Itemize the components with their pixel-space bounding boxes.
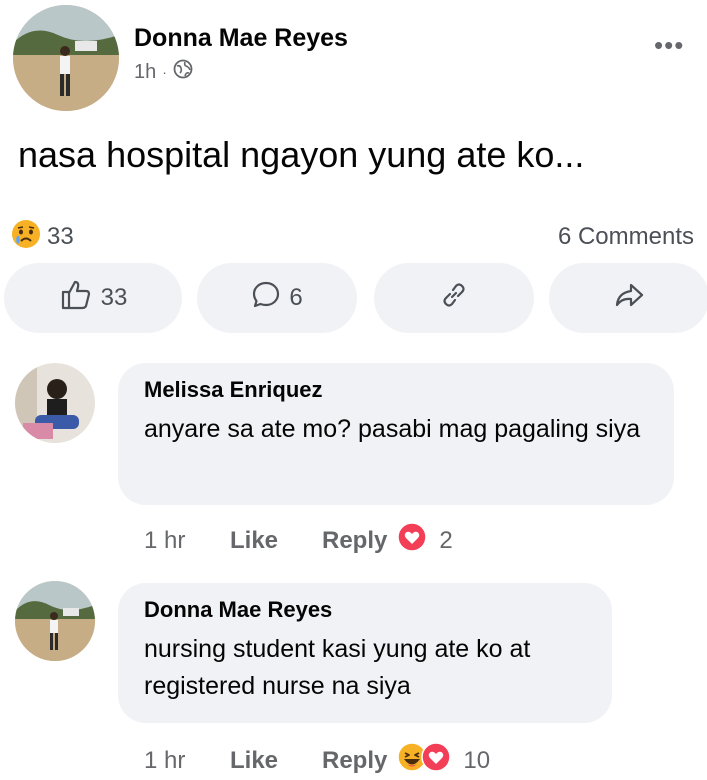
reactions-left[interactable]: 33 [11,219,74,256]
comment-bubble: Donna Mae Reyes nursing student kasi yun… [118,583,612,723]
meta-separator: · [162,64,167,80]
comment-reply-button[interactable]: Reply [322,747,387,775]
comment-text: anyare sa ate mo? pasabi mag pagaling si… [144,415,641,443]
like-icon [59,278,93,319]
more-options-button[interactable]: ••• [654,30,684,61]
globe-icon [173,59,193,85]
like-button[interactable]: 33 [4,263,182,333]
comment-text: nursing student kasi yung ate ko at regi… [144,635,531,700]
comment-actions: 1 hr Like Reply 10 [144,742,490,779]
post-action-bar: 33 6 [4,263,707,333]
comment-like-button[interactable]: Like [230,527,322,555]
love-reaction-icon [397,522,428,559]
comment-reaction-count[interactable]: 2 [439,527,452,555]
comment-actions: 1 hr Like Reply 2 [144,522,453,559]
comment-time[interactable]: 1 hr [144,747,230,775]
comment-icon [251,280,281,317]
comment-time[interactable]: 1 hr [144,527,230,555]
copy-link-button[interactable] [374,263,534,333]
sad-reaction-icon [11,219,41,256]
post-text: nasa hospital ngayon yung ate ko... [18,134,585,175]
reactions-summary: 33 6 Comments [11,219,694,252]
comment-button[interactable]: 6 [197,263,357,333]
reaction-count: 33 [47,223,74,250]
comment-bubble: Melissa Enriquez anyare sa ate mo? pasab… [118,363,674,505]
share-button[interactable] [549,263,707,333]
comment-count: 6 [289,284,303,311]
post-meta: 1h · [134,59,193,85]
share-icon [613,280,645,317]
comments-count[interactable]: 6 Comments [558,223,694,251]
love-reaction-icon [421,742,452,779]
comment-reply-button[interactable]: Reply [322,527,387,555]
like-count: 33 [100,284,128,311]
post-author-avatar[interactable] [13,5,119,111]
post-time[interactable]: 1h [134,61,156,84]
comment-author[interactable]: Melissa Enriquez [144,377,648,403]
post-author-name[interactable]: Donna Mae Reyes [134,24,348,53]
comment-avatar[interactable] [15,581,95,661]
comment-reaction-count[interactable]: 10 [463,747,490,775]
comment-avatar[interactable] [15,363,95,443]
comment-author[interactable]: Donna Mae Reyes [144,597,586,623]
link-icon [439,280,469,317]
comment-like-button[interactable]: Like [230,747,322,775]
